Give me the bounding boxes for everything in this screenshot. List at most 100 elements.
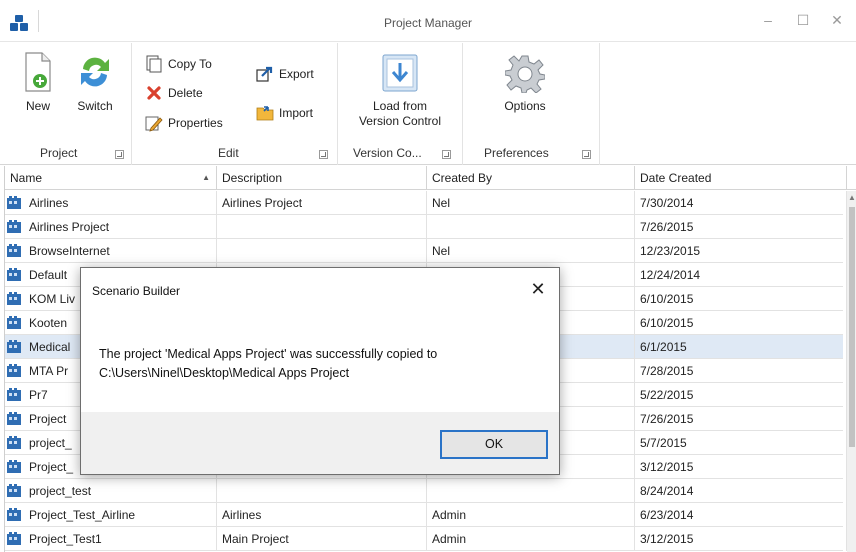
ribbon-group-preferences: Options Preferences xyxy=(464,43,600,165)
date-created-cell: 8/24/2014 xyxy=(635,479,847,503)
column-name-label: Name xyxy=(10,171,43,185)
preferences-group-expand-icon[interactable] xyxy=(582,150,591,159)
table-row[interactable]: Airlines Project 7/26/2015 xyxy=(5,215,847,239)
description-cell xyxy=(217,215,427,239)
cell-text: 6/10/2015 xyxy=(640,316,694,330)
copy-to-button[interactable]: Copy To xyxy=(145,53,212,75)
vertical-scrollbar[interactable]: ▲ xyxy=(847,191,856,552)
dialog-message-line1: The project 'Medical Apps Project' was s… xyxy=(99,347,438,361)
cell-text: Admin xyxy=(432,508,467,522)
import-button[interactable]: Import xyxy=(256,102,313,124)
ok-button[interactable]: OK xyxy=(440,430,548,459)
project-folder-icon xyxy=(7,220,21,233)
cell-text: Airlines xyxy=(222,508,262,522)
date-created-cell: 5/22/2015 xyxy=(635,383,847,407)
cell-text: Pr7 xyxy=(29,388,48,402)
cell-text: Project xyxy=(29,412,67,426)
edit-group-label: Edit xyxy=(218,146,239,160)
cell-text: 5/22/2015 xyxy=(640,388,694,402)
export-icon xyxy=(256,65,274,83)
cell-text: Main Project xyxy=(222,532,289,546)
column-header-created-by[interactable]: Created By xyxy=(427,166,635,190)
cell-text: Airlines xyxy=(29,196,69,210)
load-version-control-icon xyxy=(382,54,418,92)
column-header-name[interactable]: Name ▲ xyxy=(5,166,217,190)
table-row[interactable]: Airlines Airlines Project Nel 7/30/2014 xyxy=(5,191,847,215)
table-row[interactable]: BrowseInternet Nel 12/23/2015 xyxy=(5,239,847,263)
copy-to-label: Copy To xyxy=(168,57,212,71)
close-window-button[interactable]: ✕ xyxy=(829,12,845,28)
import-folder-icon xyxy=(256,104,274,122)
project-folder-icon xyxy=(7,532,21,545)
date-created-cell: 7/26/2015 xyxy=(635,215,847,239)
new-project-icon xyxy=(25,52,51,92)
created-by-cell: Nel xyxy=(427,191,635,215)
edit-group-expand-icon[interactable] xyxy=(319,150,328,159)
project-folder-icon xyxy=(7,388,21,401)
created-by-cell: Nel xyxy=(427,239,635,263)
description-cell: Airlines Project xyxy=(217,191,427,215)
cell-text: 6/1/2015 xyxy=(640,340,687,354)
cell-text: 7/26/2015 xyxy=(640,220,694,234)
description-cell xyxy=(217,479,427,503)
properties-button[interactable]: Properties xyxy=(145,112,223,134)
cell-text: 12/24/2014 xyxy=(640,268,701,282)
project-folder-icon xyxy=(7,364,21,377)
cell-text: Project_ xyxy=(29,460,74,474)
cell-text: Project_Test_Airline xyxy=(29,508,136,522)
dialog-footer: OK xyxy=(81,412,559,474)
date-created-cell: 6/10/2015 xyxy=(635,287,847,311)
date-created-cell: 6/10/2015 xyxy=(635,311,847,335)
switch-button[interactable]: Switch xyxy=(68,51,122,114)
delete-button[interactable]: Delete xyxy=(145,82,203,104)
project-name-cell: project_test xyxy=(5,479,217,503)
table-row[interactable]: Project_Test_Airline Airlines Admin 6/23/20… xyxy=(5,503,847,527)
cell-text: project_ xyxy=(29,436,72,450)
options-button[interactable]: Options xyxy=(492,53,558,114)
project-group-expand-icon[interactable] xyxy=(115,150,124,159)
new-button-label: New xyxy=(25,99,50,113)
dialog-title: Scenario Builder xyxy=(92,284,181,298)
switch-icon xyxy=(81,57,109,87)
scroll-up-icon[interactable]: ▲ xyxy=(847,193,856,203)
date-created-cell: 12/24/2014 xyxy=(635,263,847,287)
column-header-description[interactable]: Description xyxy=(217,166,427,190)
export-label: Export xyxy=(279,67,314,81)
load-line2-label: Version Control xyxy=(358,114,442,128)
project-folder-icon xyxy=(7,508,21,521)
options-label: Options xyxy=(504,99,546,113)
project-name-cell: Project_Test1 xyxy=(5,527,217,551)
project-name-cell: Project_Test_Airline xyxy=(5,503,217,527)
sort-ascending-icon: ▲ xyxy=(202,173,210,182)
load-from-version-control-button[interactable]: Load from Version Control xyxy=(343,53,457,129)
preferences-group-label: Preferences xyxy=(484,146,549,160)
gear-icon xyxy=(505,55,545,93)
minimize-button[interactable]: – xyxy=(760,12,776,28)
delete-label: Delete xyxy=(168,86,203,100)
scrollbar-thumb[interactable] xyxy=(849,207,855,447)
ribbon-group-edit: Copy To Delete Properties Export Import xyxy=(133,43,338,165)
table-row[interactable]: Project_Test1 Main Project Admin 3/12/2015 xyxy=(5,527,847,551)
created-by-cell xyxy=(427,215,635,239)
created-by-cell: Admin xyxy=(427,527,635,551)
column-header-date-created[interactable]: Date Created xyxy=(635,166,847,190)
dialog-close-button[interactable]: ✕ xyxy=(527,278,549,300)
cell-text: Admin xyxy=(432,532,467,546)
cell-text: 3/12/2015 xyxy=(640,460,694,474)
cell-text: 7/28/2015 xyxy=(640,364,694,378)
project-folder-icon xyxy=(7,412,21,425)
project-folder-icon xyxy=(7,244,21,257)
new-button[interactable]: New xyxy=(14,51,62,114)
project-name-cell: Airlines Project xyxy=(5,215,217,239)
grid-header: Name ▲ Description Created By Date Creat… xyxy=(5,166,856,190)
maximize-button[interactable]: ☐ xyxy=(795,12,811,28)
cell-text: 5/7/2015 xyxy=(640,436,687,450)
version-control-group-expand-icon[interactable] xyxy=(442,150,451,159)
ribbon-group-project: New Switch Project xyxy=(0,43,132,165)
project-folder-icon xyxy=(7,268,21,281)
project-folder-icon xyxy=(7,340,21,353)
export-button[interactable]: Export xyxy=(256,63,314,85)
cell-text: Kooten xyxy=(29,316,68,330)
table-row[interactable]: project_test 8/24/2014 xyxy=(5,479,847,503)
cell-text: MTA Pr xyxy=(29,364,69,378)
